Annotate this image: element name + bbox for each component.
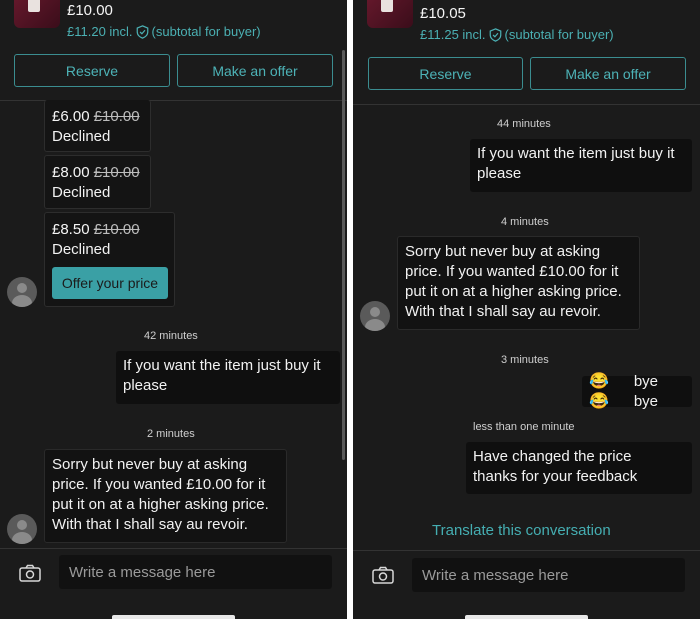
message-line: With that I shall say au revoir. — [405, 303, 601, 320]
chat-panel-right: £10.05 £11.25 incl. (subtotal for buyer)… — [353, 0, 700, 619]
listing-thumbnail[interactable] — [14, 0, 60, 28]
message-line: please — [477, 165, 522, 182]
buyer-subtotal: £11.25 incl. (subtotal for buyer) — [420, 27, 614, 42]
sent-message: If you want the item just buy it please — [470, 139, 692, 192]
subtotal-note: (subtotal for buyer) — [151, 24, 261, 39]
reserve-button[interactable]: Reserve — [368, 57, 523, 90]
home-indicator — [465, 615, 588, 619]
make-offer-button[interactable]: Make an offer — [530, 57, 686, 90]
message-line: put it on at a higher asking price. — [52, 496, 269, 513]
subtotal-note: (subtotal for buyer) — [504, 27, 614, 42]
message-line: Sorry but never buy at asking — [405, 243, 601, 260]
listing-price: £10.00 — [67, 2, 113, 19]
message-line: If you want the item just buy it — [477, 145, 675, 162]
message-timestamp: 2 minutes — [147, 428, 195, 440]
received-message: Sorry but never buy at asking price. If … — [397, 236, 640, 330]
message-line: bye bye — [633, 372, 658, 410]
message-timestamp: 44 minutes — [497, 118, 551, 130]
default-avatar-icon[interactable] — [7, 277, 37, 307]
sent-message: 😂😂 bye bye — [582, 373, 692, 410]
message-line: With that I shall say au revoir. — [52, 516, 248, 533]
offer-original-price: £10.00 — [93, 164, 140, 181]
offer-amount: £8.00 — [52, 164, 90, 181]
camera-icon[interactable] — [19, 564, 41, 582]
message-line: If you want the item just buy it — [123, 357, 321, 374]
offer-original-price: £10.00 — [93, 108, 140, 125]
offer-original-price: £10.00 — [93, 221, 140, 238]
listing-thumbnail[interactable] — [367, 0, 413, 28]
shield-check-icon — [489, 27, 501, 42]
message-timestamp: 42 minutes — [144, 330, 198, 342]
camera-icon[interactable] — [372, 566, 394, 584]
default-avatar-icon[interactable] — [360, 301, 390, 331]
message-line: price. If you wanted £10.00 for it — [405, 263, 619, 280]
buyer-subtotal: £11.20 incl. (subtotal for buyer) — [67, 24, 261, 39]
message-input[interactable]: Write a message here — [412, 558, 685, 592]
message-line: Have changed the price — [473, 448, 632, 465]
offer-card: £6.00 £10.00 Declined — [44, 100, 151, 152]
chat-panel-left: £10.00 £11.20 incl. (subtotal for buyer)… — [0, 0, 347, 619]
listing-price: £10.05 — [420, 5, 466, 22]
message-line: thanks for your feedback — [473, 468, 638, 485]
message-timestamp: 3 minutes — [501, 354, 549, 366]
message-line: price. If you wanted £10.00 for it — [52, 476, 266, 493]
offer-status: Declined — [52, 241, 111, 258]
message-timestamp: 4 minutes — [501, 216, 549, 228]
offer-amount: £8.50 — [52, 221, 90, 238]
home-indicator — [112, 615, 235, 619]
scrollbar[interactable] — [342, 50, 345, 460]
buyer-price: £11.25 incl. — [420, 27, 486, 42]
laughing-emoji: 😂😂 — [589, 372, 609, 410]
default-avatar-icon[interactable] — [7, 514, 37, 544]
message-line: please — [123, 377, 168, 394]
offer-amount: £6.00 — [52, 108, 90, 125]
offer-your-price-button[interactable]: Offer your price — [52, 267, 168, 299]
received-message: Sorry but never buy at asking price. If … — [44, 449, 287, 543]
message-line: Sorry but never buy at asking — [52, 456, 248, 473]
shield-check-icon — [136, 24, 148, 39]
message-composer: Write a message here — [353, 551, 700, 619]
make-offer-button[interactable]: Make an offer — [177, 54, 333, 87]
message-timestamp: less than one minute — [473, 421, 575, 433]
sent-message: If you want the item just buy it please — [116, 351, 340, 404]
message-composer: Write a message here — [0, 549, 347, 619]
reserve-button[interactable]: Reserve — [14, 54, 170, 87]
header-divider — [353, 104, 700, 105]
buyer-price: £11.20 incl. — [67, 24, 133, 39]
message-input[interactable]: Write a message here — [59, 555, 332, 589]
offer-status: Declined — [52, 128, 111, 145]
translate-conversation-link[interactable]: Translate this conversation — [432, 522, 611, 539]
offer-card: £8.00 £10.00 Declined — [44, 155, 151, 209]
message-line: put it on at a higher asking price. — [405, 283, 622, 300]
sent-message: Have changed the price thanks for your f… — [466, 442, 692, 494]
offer-status: Declined — [52, 184, 111, 201]
